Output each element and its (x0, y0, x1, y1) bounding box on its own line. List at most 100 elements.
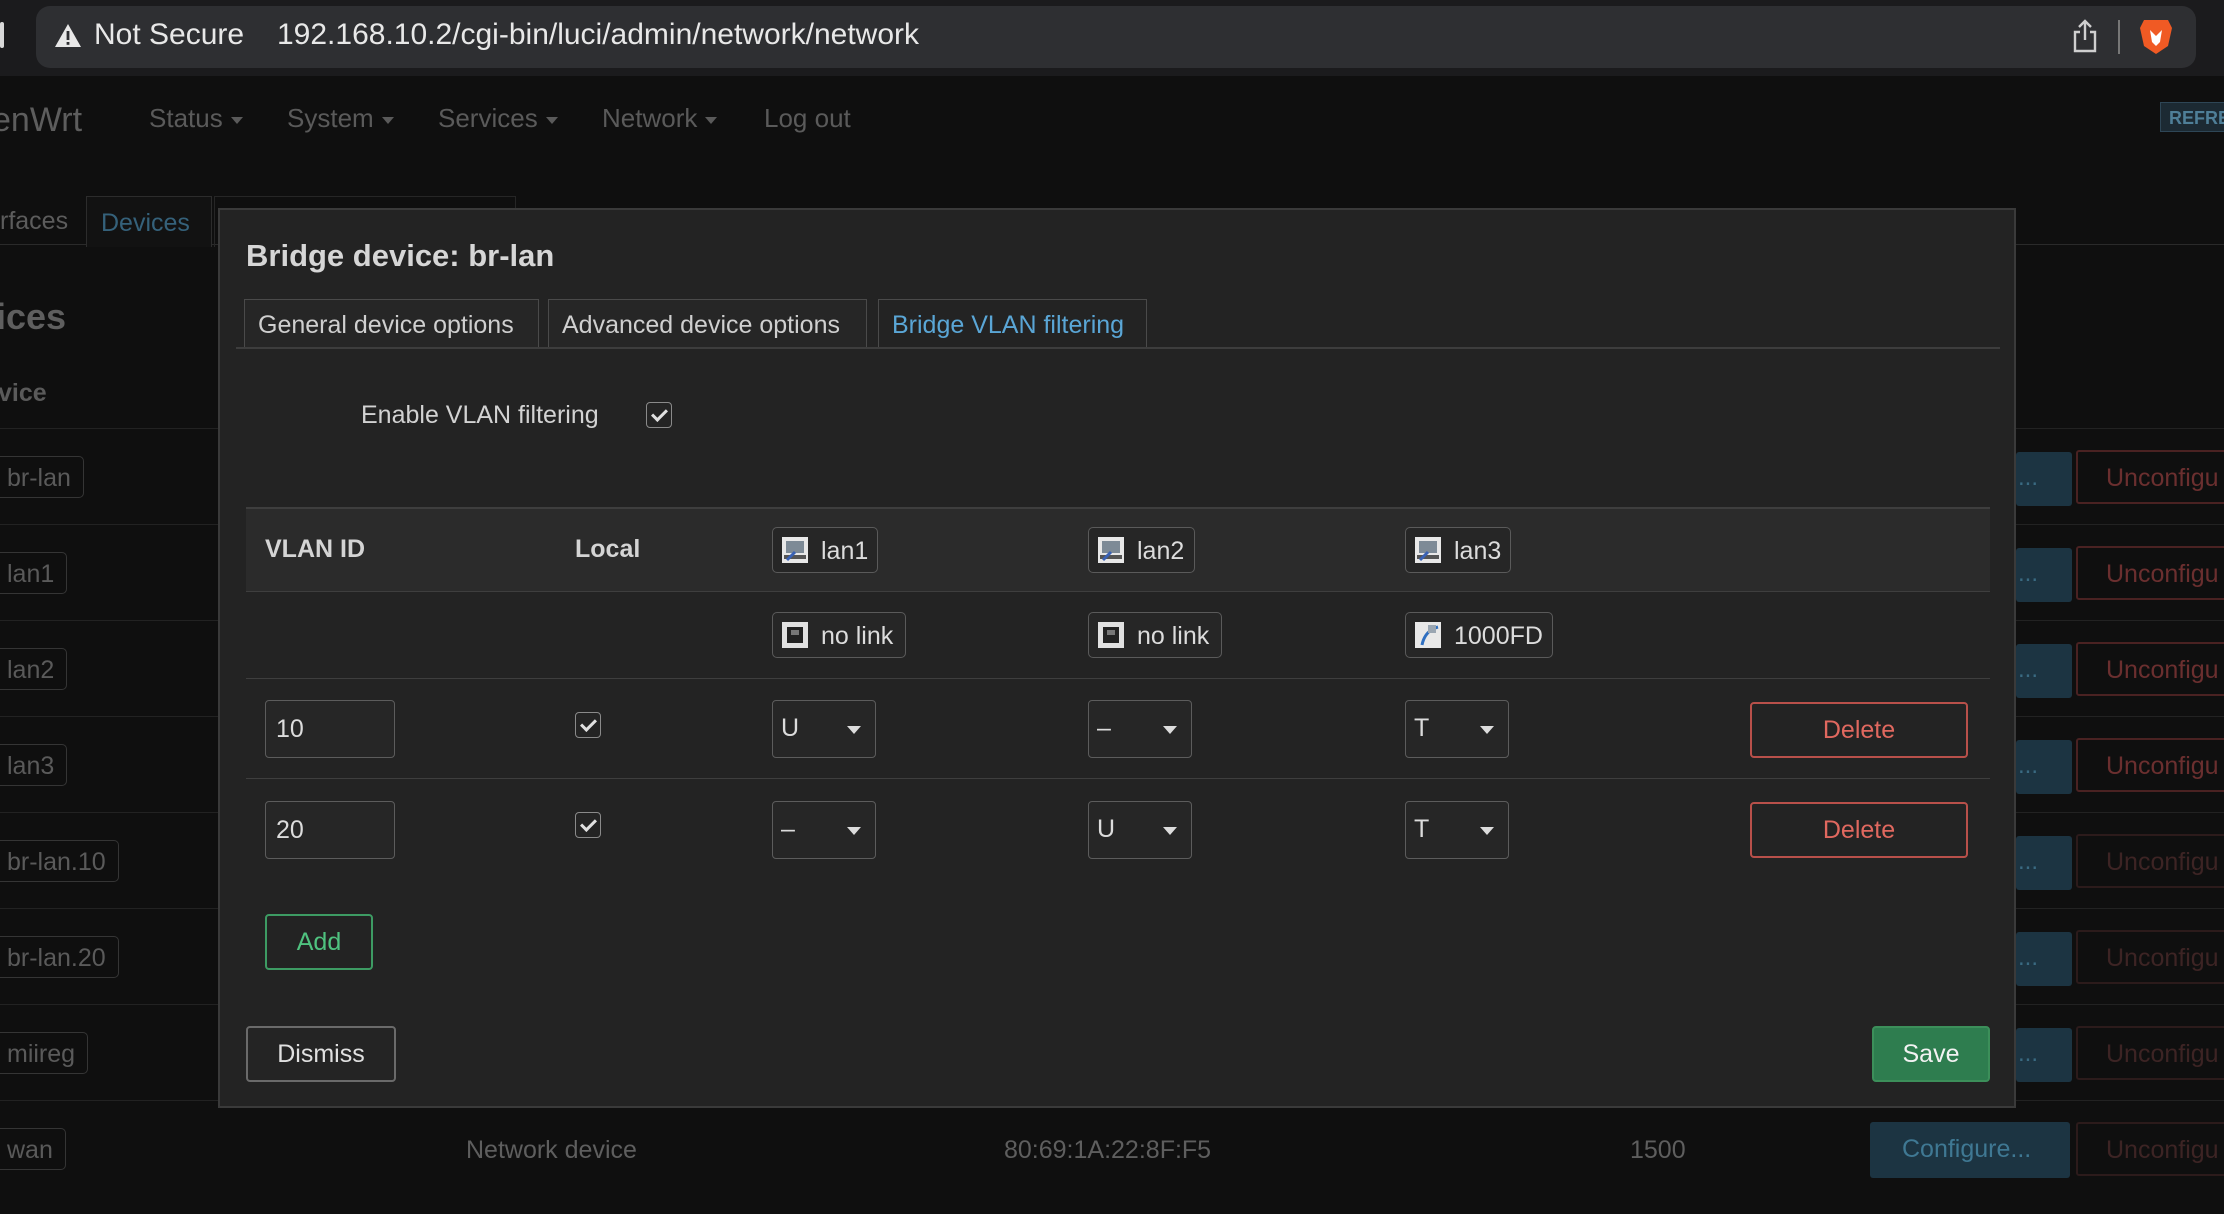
configure-button[interactable]: ... (2016, 548, 2072, 602)
device-tag: miireg (0, 1032, 89, 1074)
security-label[interactable]: Not Secure (94, 18, 244, 52)
openwrt-logo[interactable]: enWrt (0, 101, 82, 140)
configure-label: ... (2018, 848, 2039, 875)
device-tag: wan (0, 1128, 66, 1170)
configure-label: ... (2018, 464, 2039, 491)
port-no-link-icon (782, 622, 808, 648)
device-tag: lan3 (0, 744, 68, 786)
unconfigure-button: Unconfigu (2076, 1122, 2224, 1176)
lan1-tagging-select[interactable]: U (772, 700, 876, 758)
device-tag: br-lan (0, 456, 84, 498)
refresh-badge[interactable]: REFRE (2160, 102, 2224, 132)
delete-vlan-button[interactable]: Delete (1750, 802, 1968, 858)
unconfigure-label: Unconfigu (2106, 752, 2219, 780)
save-button[interactable]: Save (1872, 1026, 1990, 1082)
tab-bridge-vlan-filtering[interactable]: Bridge VLAN filtering (878, 299, 1147, 349)
window-edge (0, 22, 4, 48)
port-status-text: no link (1137, 622, 1210, 650)
nav-status-label: Status (149, 103, 223, 133)
enable-vlan-filtering-checkbox[interactable] (646, 402, 672, 428)
nav-system-label: System (287, 103, 374, 133)
port-name: lan3 (1454, 537, 1502, 565)
configure-button[interactable]: ... (2016, 452, 2072, 506)
unconfigure-label: Unconfigu (2106, 848, 2219, 876)
configure-button[interactable]: ... (2016, 644, 2072, 698)
nav-services[interactable]: Services (438, 103, 558, 134)
toolbar-separator (2118, 20, 2120, 54)
nav-logout[interactable]: Log out (764, 103, 851, 134)
port-status-text: no link (821, 622, 894, 650)
lan3-tagging-select[interactable]: T (1405, 801, 1509, 859)
vlan-id-input[interactable]: 20 (265, 801, 395, 859)
configure-button[interactable]: ... (2016, 932, 2072, 986)
port-lan1-status: no link (772, 612, 906, 658)
warning-icon (55, 24, 81, 47)
device-tag: lan1 (0, 552, 68, 594)
tab-interfaces[interactable]: rfaces (0, 207, 68, 236)
modal-tabs-divider (236, 347, 2000, 349)
unconfigure-button: Unconfigu (2076, 834, 2224, 888)
port-lan1: lan1 (772, 527, 878, 573)
configure-label: ... (2018, 656, 2039, 683)
nav-network[interactable]: Network (602, 103, 718, 134)
ethernet-port-icon (782, 537, 808, 563)
wan-device-type: Network device (466, 1136, 637, 1164)
unconfigure-label: Unconfigu (2106, 656, 2219, 684)
configure-button[interactable]: ... (2016, 740, 2072, 794)
nav-status[interactable]: Status (149, 103, 243, 134)
configure-button[interactable]: ... (2016, 1028, 2072, 1082)
nav-services-label: Services (438, 103, 538, 133)
wan-mac-address: 80:69:1A:22:8F:F5 (1004, 1136, 1212, 1164)
ethernet-port-icon (1415, 537, 1441, 563)
port-lan3-status: 1000FD (1405, 612, 1553, 658)
lan3-tagging-select[interactable]: T (1405, 700, 1509, 758)
nav-system[interactable]: System (287, 103, 394, 134)
table-divider (246, 678, 1990, 679)
ethernet-port-icon (1098, 537, 1124, 563)
unconfigure-button[interactable]: Unconfigu (2076, 642, 2224, 696)
unconfigure-label: Unconfigu (2106, 944, 2219, 972)
configure-label: ... (2018, 752, 2039, 779)
delete-vlan-button[interactable]: Delete (1750, 702, 1968, 758)
unconfigure-button[interactable]: Unconfigu (2076, 546, 2224, 600)
enable-vlan-filtering-label: Enable VLAN filtering (361, 401, 599, 429)
wan-configure-button[interactable]: Configure... (1870, 1122, 2070, 1178)
table-divider (246, 591, 1990, 592)
tab-advanced-device-options[interactable]: Advanced device options (548, 299, 867, 347)
lan2-tagging-select[interactable]: – (1088, 700, 1192, 758)
port-lan2: lan2 (1088, 527, 1195, 573)
unconfigure-label: Unconfigu (2106, 560, 2219, 588)
brave-shield-icon[interactable] (2138, 16, 2174, 56)
port-name: lan2 (1137, 537, 1185, 565)
wan-configure-label: Configure... (1902, 1135, 2032, 1163)
chevron-down-icon (381, 116, 394, 124)
device-tag: br-lan.10 (0, 840, 119, 882)
configure-button[interactable]: ... (2016, 836, 2072, 890)
unconfigure-button[interactable]: Unconfigu (2076, 450, 2224, 504)
port-no-link-icon (1098, 622, 1124, 648)
dismiss-button[interactable]: Dismiss (246, 1026, 396, 1082)
unconfigure-button[interactable]: Unconfigu (2076, 738, 2224, 792)
modal-title: Bridge device: br-lan (246, 238, 555, 273)
tab-devices-label: Devices (101, 209, 190, 237)
port-lan2-status: no link (1088, 612, 1222, 658)
configure-label: ... (2018, 1040, 2039, 1067)
device-tag: br-lan.20 (0, 936, 119, 978)
url-text[interactable]: 192.168.10.2/cgi-bin/luci/admin/network/… (277, 18, 919, 52)
section-title: ices (0, 296, 67, 337)
device-column-header: vice (0, 379, 47, 407)
lan1-tagging-select[interactable]: – (772, 801, 876, 859)
tab-devices[interactable]: Devices (86, 196, 212, 247)
local-checkbox[interactable] (575, 712, 601, 738)
local-checkbox[interactable] (575, 812, 601, 838)
header-local: Local (575, 535, 641, 563)
share-icon[interactable] (2070, 18, 2100, 54)
lan2-tagging-select[interactable]: U (1088, 801, 1192, 859)
unconfigure-label: Unconfigu (2106, 1040, 2219, 1068)
tab-general-device-options[interactable]: General device options (244, 299, 539, 347)
port-link-up-icon (1415, 622, 1441, 648)
vlan-id-input[interactable]: 10 (265, 700, 395, 758)
port-status-text: 1000FD (1454, 622, 1543, 650)
add-vlan-button[interactable]: Add (265, 914, 373, 970)
chevron-down-icon (705, 116, 718, 124)
